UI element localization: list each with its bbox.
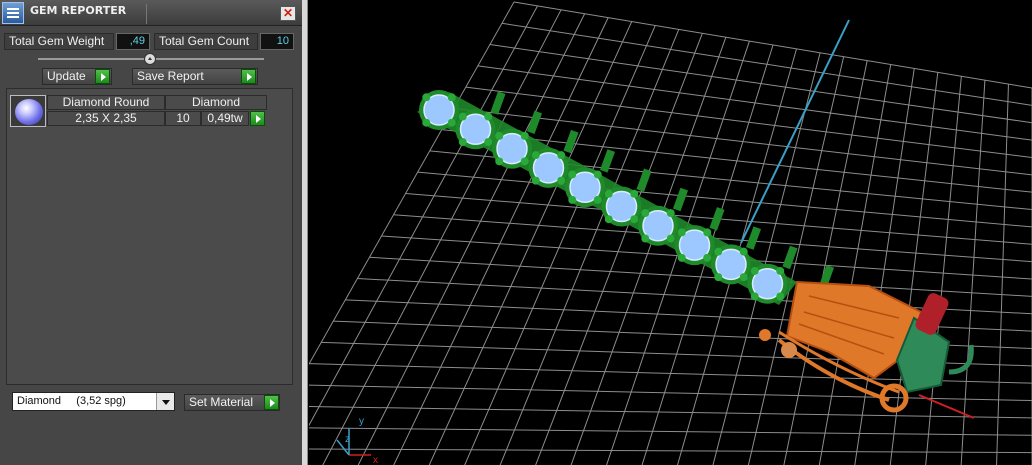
grid-line xyxy=(322,9,562,465)
3d-viewport[interactable]: y x z xyxy=(309,0,1032,465)
gem-prong xyxy=(703,228,712,237)
gem-prong xyxy=(666,234,675,243)
grid-line xyxy=(309,448,1032,454)
gem-prong xyxy=(677,228,686,237)
gem-prong xyxy=(630,215,639,224)
panel-titlebar: GEM REPORTER ✕ xyxy=(0,0,302,26)
gem-prong xyxy=(557,151,566,160)
material-dropdown[interactable]: Diamond (3,52 spg) xyxy=(12,392,175,411)
gem-prong xyxy=(714,273,723,282)
gem-weight-cell: 0,49tw xyxy=(201,111,249,126)
gem-prong xyxy=(604,215,613,224)
update-button-label: Update xyxy=(47,69,86,83)
grid-line xyxy=(428,21,633,465)
gem-peg xyxy=(563,129,579,154)
viewport-canvas[interactable]: y x z xyxy=(309,0,1032,465)
gem-prong xyxy=(520,157,529,166)
gem-peg xyxy=(490,91,506,115)
grid-line xyxy=(357,13,586,465)
gem-prong xyxy=(495,157,504,166)
gem-prong xyxy=(641,234,650,243)
gem-row-expand-icon[interactable] xyxy=(250,111,265,126)
z-axis-label: z xyxy=(345,434,350,445)
gem-prong xyxy=(531,176,540,185)
save-report-button-label: Save Report xyxy=(137,69,204,83)
grid-line xyxy=(309,1,515,366)
set-material-play-icon[interactable] xyxy=(264,395,279,410)
titlebar-divider xyxy=(146,4,147,24)
close-icon[interactable]: ✕ xyxy=(280,6,296,21)
gem-thumbnail xyxy=(15,99,43,125)
round-gem-icon[interactable] xyxy=(10,95,46,127)
grid-line xyxy=(393,17,609,465)
gem-reporter-app-icon xyxy=(2,2,24,24)
gem-size-cell: 2,35 X 2,35 xyxy=(47,111,165,126)
material-dropdown-value: Diamond (3,52 spg) xyxy=(17,395,126,407)
total-gem-count-label: Total Gem Count xyxy=(154,33,258,50)
panel-title: GEM REPORTER xyxy=(30,4,127,17)
gem-prong xyxy=(520,131,529,140)
gem-prong xyxy=(739,247,748,256)
update-play-icon[interactable] xyxy=(95,69,110,84)
size-slider-thumb[interactable] xyxy=(144,53,156,65)
gem-count-cell: 10 xyxy=(165,111,201,126)
gem-prong xyxy=(422,118,431,127)
gem-prong xyxy=(750,292,759,301)
set-material-button-label: Set Material xyxy=(189,395,254,409)
gem-prong xyxy=(666,209,675,218)
gem-prong xyxy=(739,273,748,282)
grid-line xyxy=(996,84,1009,465)
gem-prong xyxy=(593,170,602,179)
gem-peg xyxy=(636,168,652,192)
grid-line xyxy=(960,80,986,465)
gem-prong xyxy=(568,170,577,179)
total-gem-weight-value: ,49 xyxy=(116,33,150,50)
gem-list xyxy=(6,88,293,385)
gem-prong xyxy=(422,93,431,102)
gem-shape-header: Diamond Round xyxy=(47,95,165,110)
gem-prong xyxy=(447,118,456,127)
gem-prong xyxy=(495,131,504,140)
gem-prong xyxy=(677,253,686,262)
gem-peg xyxy=(526,110,543,135)
panel-splitter[interactable] xyxy=(302,0,308,465)
gem-peg xyxy=(672,187,689,212)
gem-prong xyxy=(776,266,785,275)
total-gem-count-value: 10 xyxy=(260,33,294,50)
save-report-play-icon[interactable] xyxy=(241,69,256,84)
gem-prong xyxy=(458,138,467,147)
grid-line xyxy=(309,427,1032,436)
y-axis-label: y xyxy=(359,416,364,427)
gem-prong xyxy=(630,189,639,198)
axis-gizmo: y x z xyxy=(336,416,378,465)
gem-prong xyxy=(557,176,566,185)
gem-prong xyxy=(531,151,540,160)
total-gem-weight-label: Total Gem Weight xyxy=(4,33,114,50)
gem-material-header: Diamond xyxy=(165,95,267,110)
gem-prong xyxy=(568,195,577,204)
chevron-down-icon[interactable] xyxy=(156,393,174,410)
gem-prong xyxy=(458,112,467,121)
gem-prong xyxy=(593,195,602,204)
gem-prong xyxy=(641,209,650,218)
gem-prong xyxy=(714,247,723,256)
gem-prong xyxy=(604,189,613,198)
x-axis-label: x xyxy=(373,455,378,465)
gem-prong xyxy=(776,292,785,301)
gem-prong xyxy=(484,138,493,147)
gem-prong xyxy=(484,112,493,121)
grid-line xyxy=(818,64,892,465)
gem-prong xyxy=(447,93,456,102)
gem-prong xyxy=(703,253,712,262)
save-report-button[interactable]: Save Report xyxy=(132,68,258,85)
gem-prong xyxy=(750,266,759,275)
